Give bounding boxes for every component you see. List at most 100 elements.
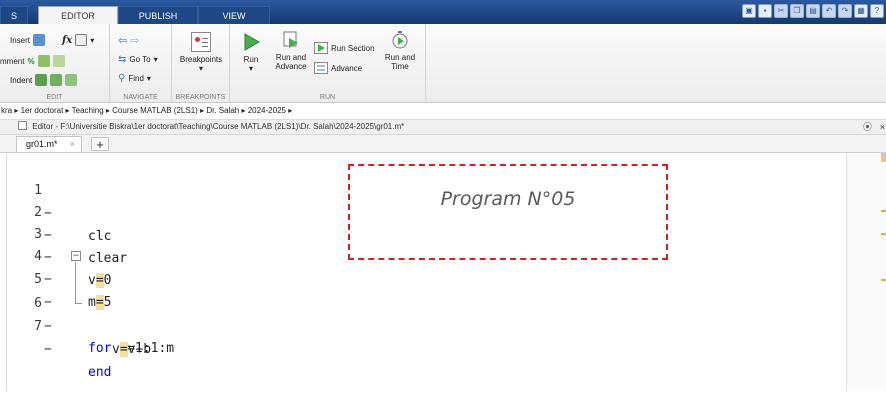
- editor-actions-icon[interactable]: ⦿: [863, 120, 872, 134]
- breadcrumb-item[interactable]: Course MATLAB (2LS1): [112, 106, 198, 115]
- decrease-indent-icon: [65, 74, 78, 86]
- advance-label: Advance: [331, 63, 363, 73]
- comment-label: mment: [0, 56, 25, 66]
- run-section-icon: [314, 42, 328, 54]
- redo-icon[interactable]: ↷: [838, 4, 852, 18]
- smart-indent-icon: [35, 74, 48, 86]
- switch-windows-icon[interactable]: ▦: [854, 4, 868, 18]
- edit-section: Insert fx ▾ mment % Indent EDIT: [0, 24, 110, 102]
- tab-apps[interactable]: S: [0, 6, 28, 24]
- breadcrumb-separator-icon: ▸: [288, 106, 293, 115]
- breadcrumb: kra ▸ 1er doctorat ▸ Teaching ▸ Course M…: [0, 103, 886, 120]
- code-line: 7 − end: [0, 292, 600, 380]
- warning-marker[interactable]: [881, 210, 886, 212]
- toolstrip-tab-bar: S EDITOR PUBLISH VIEW ▣ ▪ ✂ ❐ ▤ ↶ ↷ ▦ ?: [0, 0, 886, 24]
- run-button[interactable]: Run ▾: [236, 32, 266, 73]
- breadcrumb-item[interactable]: Dr. Salah: [206, 106, 239, 115]
- navigate-section: ⇦ ⇨ ⇆ Go To ▾ ⚲ Find ▾ NAVIGATE: [110, 24, 172, 102]
- save-icon[interactable]: ▪: [758, 4, 772, 18]
- chevron-down-icon: ▾: [248, 64, 253, 73]
- tab-editor[interactable]: EDITOR: [38, 6, 118, 24]
- file-tab-gr01[interactable]: gr01.m* ×: [16, 136, 82, 152]
- edit-section-label: EDIT: [46, 94, 63, 101]
- indent-button[interactable]: Indent: [10, 74, 78, 86]
- insert-label: Insert: [10, 35, 31, 45]
- stopwatch-icon: [392, 31, 408, 49]
- breakpoint-dash[interactable]: −: [44, 315, 52, 338]
- close-icon[interactable]: ×: [70, 137, 75, 152]
- fx-icon: fx: [62, 34, 73, 46]
- paste-icon[interactable]: ▤: [806, 4, 820, 18]
- breakpoint-dash[interactable]: −: [44, 338, 52, 361]
- run-icon: [244, 33, 261, 51]
- undo-icon[interactable]: ↶: [822, 4, 836, 18]
- goto-button[interactable]: ⇆ Go To ▾: [118, 54, 158, 65]
- code-token: v+b: [127, 342, 152, 357]
- close-icon[interactable]: ×: [880, 120, 885, 134]
- code-keyword: end: [88, 365, 112, 380]
- find-label: Find: [128, 74, 144, 83]
- breakpoints-section-label: BREAKPOINTS: [175, 94, 226, 101]
- breadcrumb-item[interactable]: Teaching: [72, 106, 104, 115]
- run-and-advance-button[interactable]: Run and Advance: [270, 30, 312, 71]
- chevron-down-icon: ▾: [198, 64, 203, 73]
- breakpoints-icon: [191, 32, 211, 52]
- comment-button[interactable]: mment %: [0, 55, 65, 67]
- breakpoints-section: Breakpoints ▾ BREAKPOINTS: [172, 24, 230, 102]
- insert-function-button[interactable]: fx ▾: [62, 34, 94, 46]
- tab-label: VIEW: [222, 11, 246, 21]
- copy-icon[interactable]: ❐: [790, 4, 804, 18]
- tab-label: PUBLISH: [138, 11, 178, 21]
- navigate-section-label: NAVIGATE: [123, 94, 158, 101]
- wrap-comments-icon: [52, 55, 65, 67]
- back-forward-buttons[interactable]: ⇦ ⇨: [118, 34, 139, 47]
- uncomment-icon: [37, 55, 50, 67]
- tab-publish[interactable]: PUBLISH: [118, 6, 198, 24]
- breadcrumb-item[interactable]: kra: [1, 106, 12, 115]
- insert-button[interactable]: Insert: [10, 34, 46, 46]
- cut-icon[interactable]: ✂: [774, 4, 788, 18]
- warning-marker[interactable]: [881, 279, 886, 281]
- forward-arrow-icon: ⇨: [130, 35, 140, 47]
- quick-access-toolbar: ▣ ▪ ✂ ❐ ▤ ↶ ↷ ▦ ?: [742, 4, 884, 20]
- goto-icon: ⇆: [118, 54, 127, 65]
- file-tab-label: gr01.m*: [26, 139, 58, 149]
- code-text: v=v+b: [112, 338, 151, 361]
- new-tab-button[interactable]: +: [91, 137, 109, 151]
- code-token-highlight: =: [119, 342, 128, 357]
- run-time-label: Run and Time: [384, 53, 416, 71]
- chevron-down-icon: ▾: [146, 74, 151, 83]
- run-section-label: RUN: [319, 94, 336, 101]
- run-section-button[interactable]: Run Section: [314, 42, 375, 54]
- run-label: Run: [243, 55, 259, 64]
- breadcrumb-item[interactable]: 1er doctorat: [21, 106, 64, 115]
- callout-text: Program N°05: [440, 188, 576, 210]
- document-tab-bar: gr01.m* × +: [0, 135, 886, 153]
- run-and-time-button[interactable]: Run and Time: [380, 30, 420, 71]
- find-button[interactable]: ⚲ Find ▾: [118, 73, 151, 84]
- document-icon: [18, 121, 27, 130]
- breakpoints-label: Breakpoints: [179, 55, 223, 64]
- help-icon[interactable]: ?: [870, 4, 884, 18]
- function-browser-icon: [75, 34, 88, 46]
- tab-label: EDITOR: [61, 11, 95, 21]
- warning-marker[interactable]: [881, 233, 886, 235]
- line-number: 7: [34, 319, 42, 334]
- chevron-down-icon: ▾: [90, 35, 95, 45]
- layout-icon[interactable]: ▣: [742, 4, 756, 18]
- advance-button[interactable]: Advance: [314, 62, 362, 74]
- breadcrumb-item[interactable]: 2024-2025: [248, 106, 286, 115]
- vertical-scrollbar[interactable]: [846, 153, 886, 391]
- goto-label: Go To: [129, 55, 151, 64]
- editor-title: Editor - F:\Universitie Biskra\1er docto…: [32, 122, 405, 131]
- breakpoints-button[interactable]: Breakpoints ▾: [178, 32, 224, 73]
- message-indicator-icon[interactable]: [881, 153, 886, 162]
- run-section: Run ▾ Run and Advance Run Section Advanc…: [230, 24, 426, 102]
- code-keyword: for: [88, 341, 112, 356]
- increase-indent-icon: [50, 74, 63, 86]
- indent-label: Indent: [10, 75, 33, 85]
- editor-ribbon: Insert fx ▾ mment % Indent EDIT ⇦ ⇨ ⇆ Go…: [0, 24, 886, 103]
- editor-title-bar: Editor - F:\Universitie Biskra\1er docto…: [0, 120, 886, 135]
- tab-view[interactable]: VIEW: [198, 6, 270, 24]
- fold-toggle-icon[interactable]: −: [71, 251, 81, 261]
